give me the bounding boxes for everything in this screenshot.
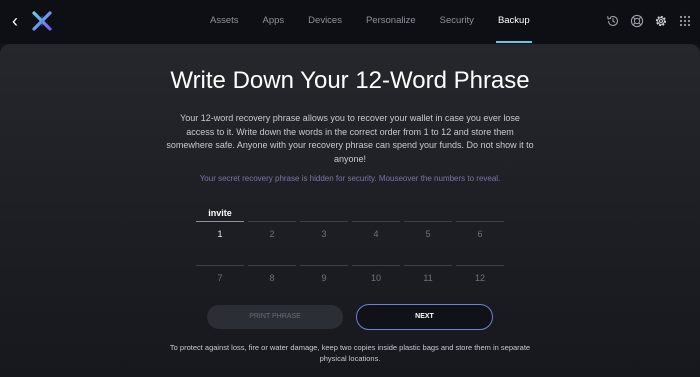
top-nav-bar: ‹ Assets Apps Devices Personalize Securi… [0, 0, 700, 44]
description-text: Your 12-word recovery phrase allows you … [166, 113, 534, 164]
reveal-hint: Your secret recovery phrase is hidden fo… [199, 174, 501, 183]
word-number: 8 [269, 273, 275, 283]
tab-personalize[interactable]: Personalize [354, 0, 428, 44]
tab-backup[interactable]: Backup [486, 0, 542, 44]
word-number: 4 [373, 229, 379, 239]
main-tabs: Assets Apps Devices Personalize Security… [198, 0, 542, 44]
word-text [300, 251, 348, 264]
exodus-logo-icon[interactable] [31, 10, 53, 32]
word-underline [404, 265, 452, 266]
tab-devices[interactable]: Devices [296, 0, 354, 44]
tab-security[interactable]: Security [428, 0, 486, 44]
tab-assets[interactable]: Assets [198, 0, 251, 44]
word-slot-9[interactable]: 9 [300, 251, 348, 296]
header-actions [604, 11, 694, 31]
chevron-left-icon[interactable]: ‹ [8, 11, 22, 31]
word-underline [352, 265, 400, 266]
word-underline [248, 265, 296, 266]
word-text: invite [208, 208, 232, 218]
word-text [300, 207, 348, 220]
word-number: 6 [477, 229, 483, 239]
word-underline [300, 221, 348, 222]
word-text [248, 251, 296, 264]
word-text [352, 251, 400, 264]
word-underline [196, 221, 244, 222]
word-slot-4[interactable]: 4 [352, 207, 400, 252]
word-slot-3[interactable]: 3 [300, 207, 348, 252]
apps-grid-icon[interactable] [676, 11, 694, 31]
word-underline [300, 265, 348, 266]
word-slot-1[interactable]: invite 1 [196, 207, 244, 252]
word-number: 9 [321, 273, 327, 283]
word-slot-11[interactable]: 11 [404, 251, 452, 296]
safety-note: To protect against loss, fire or water d… [169, 343, 531, 363]
word-slot-10[interactable]: 10 [352, 251, 400, 296]
word-underline [248, 221, 296, 222]
word-slot-2[interactable]: 2 [248, 207, 296, 252]
word-underline [352, 221, 400, 222]
word-number: 1 [217, 229, 223, 239]
word-number: 11 [423, 273, 433, 283]
print-phrase-button[interactable]: PRINT PHRASE [207, 305, 343, 329]
word-underline [196, 265, 244, 266]
word-text [248, 207, 296, 220]
word-number: 7 [217, 273, 223, 283]
word-slot-12[interactable]: 12 [456, 251, 504, 296]
history-icon[interactable] [604, 11, 622, 31]
next-button[interactable]: NEXT [356, 304, 493, 330]
word-underline [404, 221, 452, 222]
backup-panel: Write Down Your 12-Word Phrase Your 12-w… [0, 44, 700, 377]
word-underline [456, 265, 504, 266]
help-icon[interactable] [628, 11, 646, 31]
word-slot-8[interactable]: 8 [248, 251, 296, 296]
word-number: 12 [474, 273, 485, 283]
word-text [352, 207, 400, 220]
word-number: 3 [321, 229, 327, 239]
word-slot-7[interactable]: 7 [196, 251, 244, 296]
word-text [456, 251, 504, 264]
tab-apps[interactable]: Apps [251, 0, 297, 44]
word-text [404, 207, 452, 220]
word-slot-5[interactable]: 5 [404, 207, 452, 252]
word-underline [456, 221, 504, 222]
word-text [404, 251, 452, 264]
word-number: 5 [425, 229, 431, 239]
word-text [456, 207, 504, 220]
settings-icon[interactable] [652, 11, 670, 31]
page-title: Write Down Your 12-Word Phrase [170, 67, 530, 94]
word-number: 10 [370, 273, 381, 283]
word-number: 2 [269, 229, 275, 239]
word-slot-6[interactable]: 6 [456, 207, 504, 252]
word-text [196, 251, 244, 264]
